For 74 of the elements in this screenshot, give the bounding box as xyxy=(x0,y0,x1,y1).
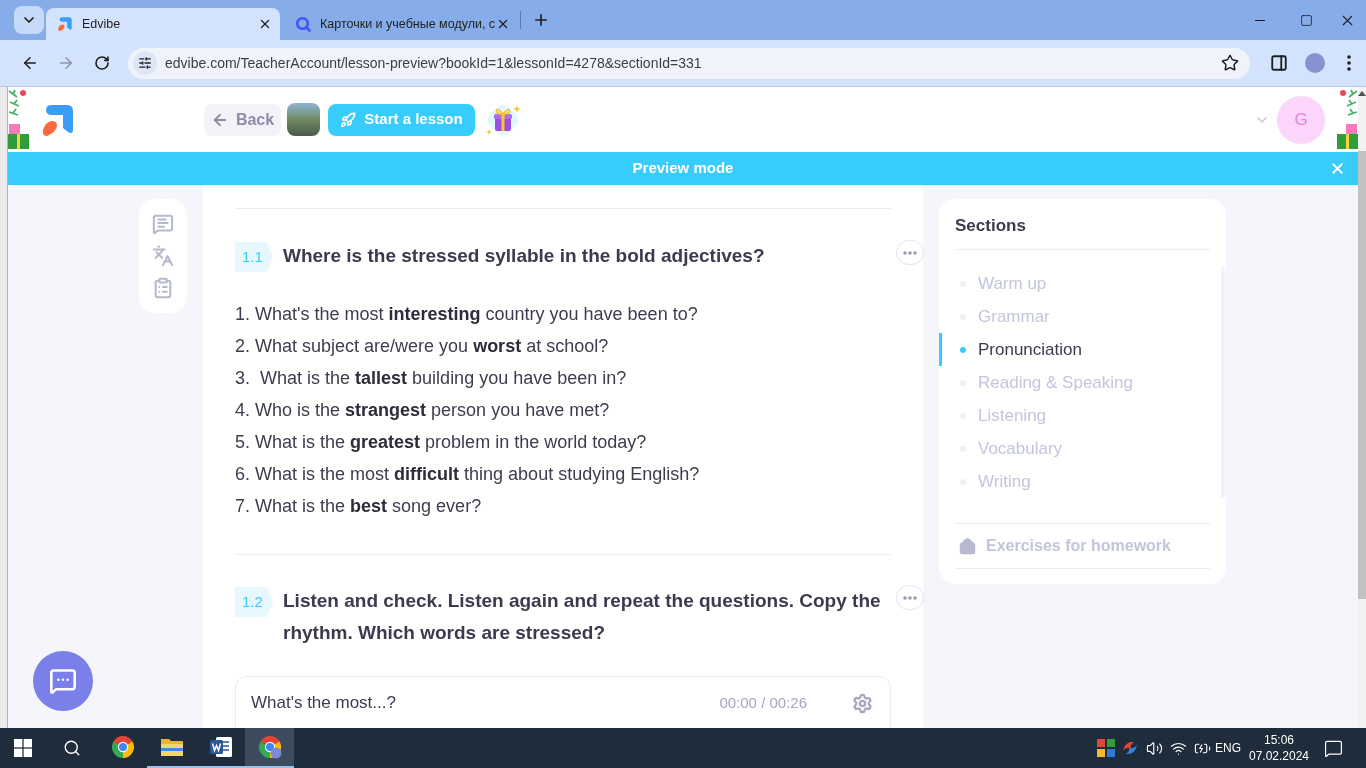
browser-icon xyxy=(110,735,135,759)
photo-placeholder xyxy=(287,103,320,136)
exercise-title: Where is the stressed syllable in the bold adjectives? xyxy=(283,244,766,268)
chat-icon xyxy=(49,667,77,695)
profile-avatar-icon xyxy=(1305,53,1325,73)
minimize-icon xyxy=(1255,19,1265,21)
question-text: 3. What is the tallest building you have been in? xyxy=(235,367,628,390)
clock[interactable]: 15:06 07.02.2024 xyxy=(1246,732,1312,764)
holiday-decoration-drawing xyxy=(1336,88,1358,151)
exercise-number: 1.1 xyxy=(235,242,273,272)
sliders-icon[interactable] xyxy=(133,51,157,75)
document-app-icon xyxy=(208,735,233,759)
close-icon[interactable] xyxy=(258,17,272,31)
tab-title: Edvibe xyxy=(82,15,122,33)
speaker-icon[interactable] xyxy=(1145,739,1163,757)
section-item[interactable]: Grammar xyxy=(939,300,1221,333)
maximize-icon xyxy=(1299,13,1313,27)
question-text: 6. What is the most difficult thing about studying English? xyxy=(235,463,701,486)
section-item[interactable]: Listening xyxy=(939,399,1221,432)
audio-title: What's the most...? xyxy=(251,692,396,714)
browser-icon xyxy=(257,735,282,759)
chat-button[interactable] xyxy=(33,651,93,711)
language-indicator[interactable]: ENG xyxy=(1214,739,1242,757)
question-text: 4. Who is the strangest person you have met? xyxy=(235,399,611,422)
sections-title: Sections xyxy=(955,216,1026,235)
start-lesson-button[interactable]: Start a lesson xyxy=(328,103,475,136)
settings-icon xyxy=(851,692,873,714)
menu-dots-icon xyxy=(1347,55,1351,71)
url-text: edvibe.com/TeacherAccount/lesson-preview?bookId=1&lessonId=4278&sectionId=331 xyxy=(165,53,703,73)
clock-time: 15:06 xyxy=(1264,732,1294,748)
plus-icon xyxy=(532,11,550,29)
exercise-title: Listen and check. Listen again and repeat the questions. Copy the rhythm. Which words are stressed? xyxy=(283,589,882,645)
clock-date: 07.02.2024 xyxy=(1248,748,1310,764)
close-icon[interactable] xyxy=(496,17,510,31)
scroll-up-arrow-icon[interactable] xyxy=(1358,91,1366,96)
preview-mode-label: Preview mode xyxy=(632,158,734,179)
house-icon xyxy=(958,536,977,556)
back-button[interactable]: Back xyxy=(204,103,281,136)
scrollbar-thumb[interactable] xyxy=(1358,151,1366,599)
question-text: 1. What's the most interesting country you have been to? xyxy=(235,303,699,326)
bookmark-star-icon[interactable] xyxy=(1221,54,1239,72)
magnifier-icon xyxy=(295,16,311,32)
user-avatar[interactable]: G xyxy=(1277,95,1325,144)
tab-title: Карточки и учебные модули, с xyxy=(320,15,496,33)
close-icon xyxy=(1329,160,1346,177)
section-item[interactable]: Pronunciation xyxy=(939,333,1221,366)
section-item[interactable]: Writing xyxy=(939,465,1221,498)
forward-arrow-icon xyxy=(57,54,75,72)
side-panel-icon xyxy=(1270,54,1288,72)
question-text: 5. What is the greatest problem in the world today? xyxy=(235,431,648,454)
section-item[interactable]: Reading & Speaking xyxy=(939,366,1221,399)
notification-icon xyxy=(1323,738,1343,758)
tab-list-button[interactable] xyxy=(14,6,44,34)
rocket-icon xyxy=(340,111,357,128)
swirl-icon[interactable] xyxy=(1121,739,1139,757)
logo-icon xyxy=(57,16,73,32)
browser-tab[interactable]: Edvibe xyxy=(46,8,280,40)
section-item[interactable]: Vocabulary xyxy=(939,432,1221,465)
question-text: 2. What subject are/were you worst at school? xyxy=(235,335,610,358)
four-squares-icon[interactable] xyxy=(1097,739,1115,757)
windows-logo-icon xyxy=(14,739,32,757)
holiday-decoration-drawing xyxy=(8,88,30,151)
clipboard-icon[interactable] xyxy=(152,277,174,299)
question-text: 7. What is the best song ever? xyxy=(235,495,483,518)
more-icon xyxy=(903,250,917,255)
browser-tab[interactable]: Карточки и учебные модули, с xyxy=(284,8,518,40)
search-icon xyxy=(63,739,81,757)
homework-link[interactable]: Exercises for homework xyxy=(955,534,1171,558)
reload-icon xyxy=(94,55,110,71)
audio-time: 00:00 / 00:26 xyxy=(719,692,807,713)
address-field[interactable]: edvibe.com/TeacherAccount/lesson-preview?bookId=1&lessonId=4278&sectionId=331 xyxy=(128,47,1250,79)
section-item[interactable]: Warm up xyxy=(939,267,1221,300)
more-icon xyxy=(903,595,917,600)
exercise-number: 1.2 xyxy=(235,587,273,617)
